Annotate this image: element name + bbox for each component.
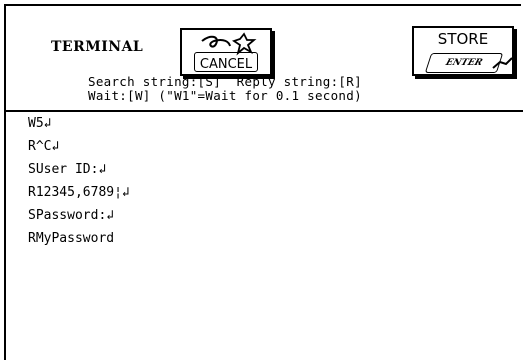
- script-line[interactable]: W5↲: [28, 116, 51, 131]
- terminal-title: TERMINAL: [51, 39, 144, 55]
- script-editor[interactable]: W5↲ R^C↲ SUser ID:↲ R12345,6789¦↲ SPassw…: [6, 112, 523, 362]
- script-line[interactable]: SPassword:↲: [28, 208, 114, 223]
- pointer-hand-icon: [492, 57, 513, 69]
- cancel-label: CANCEL: [199, 57, 253, 72]
- terminal-header: TERMINAL CANCEL STORE ENTER Search strin…: [6, 6, 523, 112]
- script-line[interactable]: R^C↲: [28, 139, 59, 154]
- store-label: STORE: [437, 30, 489, 48]
- wait-hint: Wait:[W] ("W1"=Wait for 0.1 second): [88, 88, 362, 103]
- terminal-screen: TERMINAL CANCEL STORE ENTER Search strin…: [4, 4, 523, 362]
- cancel-button[interactable]: CANCEL: [180, 28, 272, 76]
- script-line[interactable]: SUser ID:↲: [28, 162, 106, 177]
- store-button[interactable]: STORE ENTER: [412, 26, 514, 76]
- script-line[interactable]: R12345,6789¦↲: [28, 185, 130, 200]
- search-reply-hint: Search string:[S] Reply string:[R]: [88, 74, 362, 89]
- script-line[interactable]: RMyPassword: [28, 231, 114, 246]
